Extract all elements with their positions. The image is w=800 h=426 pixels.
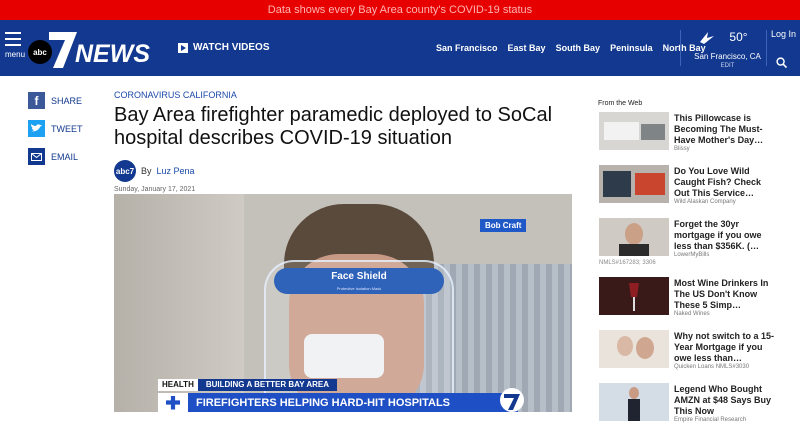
region-south-bay[interactable]: South Bay (556, 43, 601, 53)
ad-source: Quicken Loans NMLS#3030 (674, 364, 750, 370)
top-nav: menu abc NEWS WATCH VIDEOS San Francisco… (0, 20, 800, 76)
ad-thumbnail-image (599, 112, 669, 150)
share-facebook-label: SHARE (51, 95, 83, 106)
ad-title[interactable]: Forget the 30yr mortgage if you owe less… (674, 219, 774, 252)
sponsored-item[interactable]: Legend Who Bought AMZN at $48 Says Buy T… (598, 373, 778, 426)
weather-temp: 50° (729, 30, 748, 44)
sponsored-item[interactable]: Most Wine Drinkers In The US Don't Know … (598, 267, 778, 320)
search-icon[interactable] (776, 57, 787, 68)
ad-title[interactable]: This Pillowcase is Becoming The Must-Hav… (674, 113, 774, 146)
breaking-alert-bar[interactable]: Data shows every Bay Area county's COVID… (0, 0, 800, 20)
name-tag: Bob Craft (480, 219, 527, 232)
ad-source: Blissy (674, 146, 690, 152)
share-bar: f SHARE TWEET EMAIL (28, 92, 83, 176)
weather-cloud-icon (700, 32, 714, 44)
ad-source: Naked Wines (674, 311, 710, 317)
section-link[interactable]: CORONAVIRUS CALIFORNIA (114, 90, 574, 100)
ad-thumbnail-image (599, 383, 669, 421)
sponsored-sidebar: From the Web This Pillowcase is Becoming… (598, 100, 778, 426)
ad-title[interactable]: Legend Who Bought AMZN at $48 Says Buy T… (674, 384, 774, 417)
shield-label: Face Shield (331, 271, 387, 282)
region-nav: San Francisco East Bay South Bay Peninsu… (436, 43, 706, 53)
share-twitter-label: TWEET (51, 123, 83, 134)
sponsored-item[interactable]: This Pillowcase is Becoming The Must-Hav… (598, 102, 778, 155)
lower-third-line1: BUILDING A BETTER BAY AREA (197, 379, 337, 391)
menu-button[interactable]: menu (5, 32, 25, 59)
share-facebook-button[interactable]: f SHARE (28, 92, 83, 109)
author-link[interactable]: Luz Pena (157, 166, 195, 176)
facebook-icon: f (28, 92, 45, 109)
article-headline: Bay Area firefighter paramedic deployed … (114, 104, 553, 149)
play-icon (178, 42, 188, 53)
sponsored-item[interactable]: Forget the 30yr mortgage if you owe less… (598, 208, 778, 266)
byline-prefix: By (141, 166, 152, 176)
shield-sublabel: Protective Isolation Mask (336, 286, 382, 291)
medical-cross-icon (158, 393, 188, 412)
twitter-icon (28, 120, 45, 137)
nav-divider (680, 30, 681, 66)
region-east-bay[interactable]: East Bay (508, 43, 546, 53)
menu-label: menu (5, 50, 26, 59)
channel-bug-logo (500, 388, 524, 412)
lower-third-tag: HEALTH (158, 379, 198, 391)
share-twitter-button[interactable]: TWEET (28, 120, 83, 137)
lower-third-main: FIREFIGHTERS HELPING HARD-HIT HOSPITALS (158, 393, 518, 412)
ad-thumbnail-image (599, 218, 669, 256)
watch-videos-label: WATCH VIDEOS (193, 42, 270, 53)
video-player[interactable]: Face Shield Protective Isolation Mask Bo… (114, 194, 572, 412)
sponsored-item[interactable]: Do You Love Wild Caught Fish? Check Out … (598, 155, 778, 208)
publish-date: Sunday, January 17, 2021 (114, 186, 196, 193)
ad-thumbnail-image (599, 330, 669, 368)
login-link[interactable]: Log In (771, 29, 796, 39)
author-avatar: abc7 (114, 160, 136, 182)
region-peninsula[interactable]: Peninsula (610, 43, 653, 53)
nav-divider (766, 30, 767, 66)
ad-title[interactable]: Most Wine Drinkers In The US Don't Know … (674, 278, 774, 311)
watch-videos-link[interactable]: WATCH VIDEOS (178, 42, 269, 53)
hamburger-icon (5, 32, 21, 34)
ad-title[interactable]: Why not switch to a 15-Year Mortgage if … (674, 331, 774, 364)
ad-source: Wild Alaskan Company (674, 199, 736, 205)
lower-third-line2: FIREFIGHTERS HELPING HARD-HIT HOSPITALS (196, 396, 451, 409)
weather-city: San Francisco, CA (694, 52, 761, 61)
logo-news-text: NEWS (75, 40, 150, 68)
share-email-button[interactable]: EMAIL (28, 148, 83, 165)
email-icon (28, 148, 45, 165)
abc7news-logo[interactable]: abc NEWS (27, 24, 167, 72)
byline: abc7 By Luz Pena (114, 160, 574, 182)
face-shield-band: Face Shield Protective Isolation Mask (274, 268, 444, 294)
share-email-label: EMAIL (51, 151, 79, 162)
ad-thumbnail-image (599, 165, 669, 203)
ad-note: NMLS#167283; 3306 (599, 260, 656, 266)
ad-title[interactable]: Do You Love Wild Caught Fish? Check Out … (674, 166, 774, 199)
lower-third-top: HEALTH BUILDING A BETTER BAY AREA (158, 379, 337, 391)
article-header: CORONAVIRUS CALIFORNIA Bay Area firefigh… (114, 90, 574, 193)
region-san-francisco[interactable]: San Francisco (436, 43, 498, 53)
ad-source: LowerMyBills (674, 252, 710, 258)
sponsored-item[interactable]: Why not switch to a 15-Year Mortgage if … (598, 320, 778, 373)
weather-widget[interactable]: 50° San Francisco, CA EDIT (690, 30, 765, 69)
logo-abc-text: abc (33, 48, 47, 57)
weather-edit-link[interactable]: EDIT (690, 63, 765, 69)
ad-source: Empire Financial Research (674, 417, 747, 423)
ad-thumbnail-image (599, 277, 669, 315)
